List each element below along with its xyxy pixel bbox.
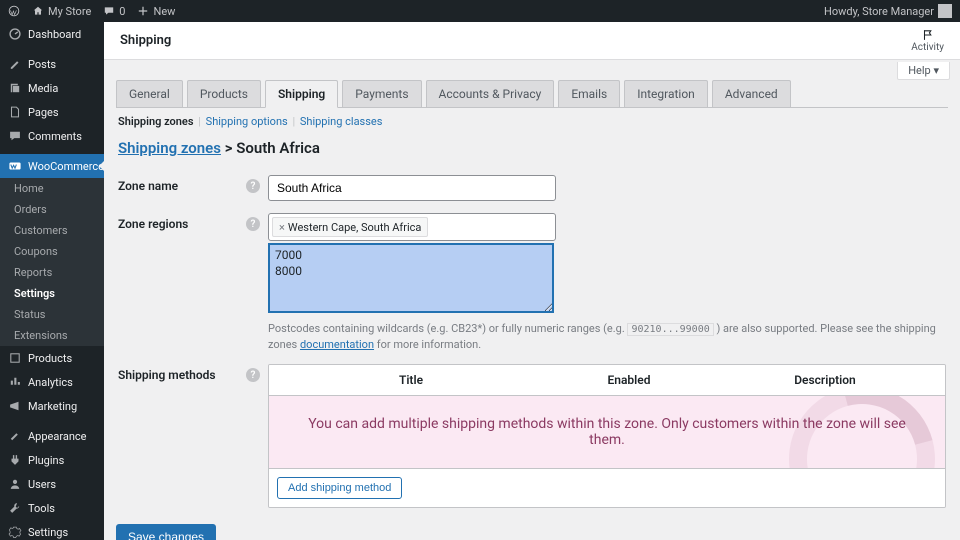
sidebar-item-label: Dashboard bbox=[28, 28, 81, 41]
tab-products[interactable]: Products bbox=[187, 80, 261, 107]
tab-emails[interactable]: Emails bbox=[558, 80, 620, 107]
sidebar-item-label: Tools bbox=[28, 502, 55, 515]
sidebar-item-label: Plugins bbox=[28, 454, 64, 467]
documentation-link[interactable]: documentation bbox=[300, 338, 374, 351]
new-content-link[interactable]: New bbox=[137, 5, 175, 18]
sidebar-item-dashboard[interactable]: Dashboard bbox=[0, 22, 104, 46]
sidebar-item-products[interactable]: Products bbox=[0, 346, 104, 370]
zone-regions-select[interactable]: ×Western Cape, South Africa bbox=[268, 213, 556, 241]
sidebar-item-tools[interactable]: Tools bbox=[0, 496, 104, 520]
col-enabled: Enabled bbox=[553, 365, 705, 395]
flag-icon bbox=[921, 28, 935, 42]
page-title: Shipping bbox=[120, 33, 171, 48]
admin-bar: My Store 0 New Howdy, Store Manager bbox=[0, 0, 960, 22]
avatar bbox=[938, 4, 952, 18]
sidebar-item-comments[interactable]: Comments bbox=[0, 124, 104, 148]
chip-label: Western Cape, South Africa bbox=[288, 221, 422, 234]
account-link[interactable]: Howdy, Store Manager bbox=[824, 4, 952, 18]
sidebar-item-label: Marketing bbox=[28, 400, 77, 413]
tab-general[interactable]: General bbox=[116, 80, 183, 107]
help-tab[interactable]: Help ▾ bbox=[897, 62, 950, 80]
sidebar-item-label: Settings bbox=[28, 526, 68, 539]
comments-count: 0 bbox=[119, 5, 125, 18]
submenu-home[interactable]: Home bbox=[0, 178, 104, 199]
breadcrumb: Shipping zones > South Africa bbox=[116, 135, 948, 169]
woo-submenu: Home Orders Customers Coupons Reports Se… bbox=[0, 178, 104, 346]
zone-name-input[interactable] bbox=[268, 175, 556, 201]
zone-name-label: Zone name bbox=[118, 179, 178, 193]
sidebar-item-label: WooCommerce bbox=[28, 160, 104, 173]
sidebar-item-label: Pages bbox=[28, 106, 59, 119]
sidebar-item-label: Comments bbox=[28, 130, 82, 143]
table-header: Title Enabled Description bbox=[269, 365, 945, 396]
tab-advanced[interactable]: Advanced bbox=[712, 80, 791, 107]
sidebar-item-label: Products bbox=[28, 352, 72, 365]
subtab-options[interactable]: Shipping options bbox=[206, 115, 288, 128]
sidebar-item-users[interactable]: Users bbox=[0, 472, 104, 496]
greeting-text: Howdy, Store Manager bbox=[824, 5, 934, 18]
tab-shipping[interactable]: Shipping bbox=[265, 80, 338, 108]
sidebar-item-label: Analytics bbox=[28, 376, 73, 389]
sidebar-item-label: Posts bbox=[28, 58, 56, 71]
postcodes-textarea[interactable]: 7000 8000 bbox=[268, 243, 554, 313]
sidebar-item-label: Appearance bbox=[28, 430, 87, 443]
sidebar-item-media[interactable]: Media bbox=[0, 76, 104, 100]
subtab-zones[interactable]: Shipping zones bbox=[118, 115, 194, 128]
col-description: Description bbox=[705, 365, 945, 395]
submenu-status[interactable]: Status bbox=[0, 304, 104, 325]
sidebar-item-label: Media bbox=[28, 82, 58, 95]
sidebar-item-label: Users bbox=[28, 478, 56, 491]
sidebar-item-settings[interactable]: Settings bbox=[0, 520, 104, 540]
sidebar-item-plugins[interactable]: Plugins bbox=[0, 448, 104, 472]
submenu-extensions[interactable]: Extensions bbox=[0, 325, 104, 346]
tab-integration[interactable]: Integration bbox=[624, 80, 708, 107]
region-chip: ×Western Cape, South Africa bbox=[272, 217, 428, 237]
shipping-methods-table: Title Enabled Description You can add mu… bbox=[268, 364, 946, 508]
sidebar-item-posts[interactable]: Posts bbox=[0, 52, 104, 76]
zone-regions-label: Zone regions bbox=[118, 217, 188, 231]
submenu-customers[interactable]: Customers bbox=[0, 220, 104, 241]
sidebar-item-woocommerce[interactable]: WooCommerce bbox=[0, 154, 104, 178]
help-icon[interactable]: ? bbox=[246, 179, 260, 193]
subtab-classes[interactable]: Shipping classes bbox=[300, 115, 383, 128]
shipping-methods-label: Shipping methods bbox=[118, 368, 216, 382]
postcode-hint: Postcodes containing wildcards (e.g. CB2… bbox=[268, 321, 946, 352]
settings-tabs: General Products Shipping Payments Accou… bbox=[116, 80, 948, 108]
submenu-coupons[interactable]: Coupons bbox=[0, 241, 104, 262]
sidebar-item-appearance[interactable]: Appearance bbox=[0, 424, 104, 448]
help-icon[interactable]: ? bbox=[246, 368, 260, 382]
tab-accounts-privacy[interactable]: Accounts & Privacy bbox=[426, 80, 555, 107]
breadcrumb-root[interactable]: Shipping zones bbox=[118, 139, 221, 157]
admin-sidebar: Dashboard Posts Media Pages Comments Woo… bbox=[0, 22, 104, 540]
col-title: Title bbox=[269, 365, 553, 395]
add-shipping-method-button[interactable]: Add shipping method bbox=[277, 477, 402, 499]
tab-payments[interactable]: Payments bbox=[342, 80, 421, 107]
main-content: Shipping Activity Help ▾ General Product… bbox=[104, 22, 960, 540]
sidebar-item-pages[interactable]: Pages bbox=[0, 100, 104, 124]
site-home-link[interactable]: My Store bbox=[32, 5, 91, 18]
submenu-orders[interactable]: Orders bbox=[0, 199, 104, 220]
sidebar-item-marketing[interactable]: Marketing bbox=[0, 394, 104, 418]
new-label: New bbox=[153, 5, 175, 18]
shipping-subtabs: Shipping zones | Shipping options | Ship… bbox=[116, 108, 948, 135]
comments-link[interactable]: 0 bbox=[103, 5, 125, 18]
page-header: Shipping Activity bbox=[104, 22, 960, 60]
site-name: My Store bbox=[48, 5, 91, 18]
help-icon[interactable]: ? bbox=[246, 217, 260, 231]
remove-chip-icon[interactable]: × bbox=[279, 221, 285, 234]
submenu-reports[interactable]: Reports bbox=[0, 262, 104, 283]
submenu-settings[interactable]: Settings bbox=[0, 283, 104, 304]
sidebar-item-analytics[interactable]: Analytics bbox=[0, 370, 104, 394]
breadcrumb-current: South Africa bbox=[236, 139, 320, 157]
empty-methods-message: You can add multiple shipping methods wi… bbox=[269, 396, 945, 468]
wp-logo[interactable] bbox=[8, 5, 20, 17]
activity-button[interactable]: Activity bbox=[911, 28, 944, 53]
save-changes-button[interactable]: Save changes bbox=[116, 524, 216, 540]
activity-label: Activity bbox=[911, 42, 944, 53]
